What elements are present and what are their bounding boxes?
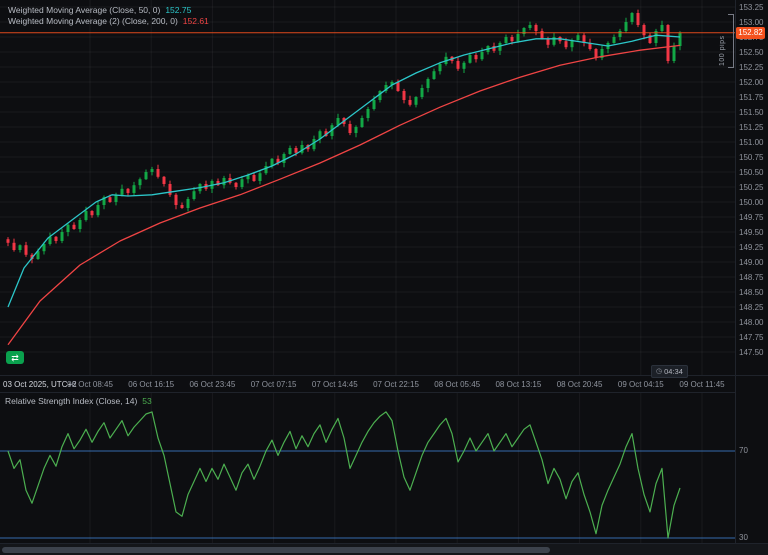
horizontal-scrollbar[interactable]	[0, 543, 768, 555]
price-range-measure: 100 pips	[711, 14, 734, 66]
time-tick: 09 Oct 11:45	[679, 380, 724, 389]
price-tick: 150.75	[739, 153, 763, 162]
trading-chart-app: Weighted Moving Average (Close, 50, 0) 1…	[0, 0, 768, 555]
time-tick: 06 Oct 08:45	[67, 380, 113, 389]
time-tick: 07 Oct 07:15	[251, 380, 297, 389]
price-tick: 153.00	[739, 18, 763, 27]
trade-arrows-icon: ⇄	[11, 352, 19, 364]
price-chart-pane[interactable]: Weighted Moving Average (Close, 50, 0) 1…	[0, 0, 735, 375]
legend-row-rsi[interactable]: Relative Strength Index (Close, 14) 53	[5, 395, 152, 406]
measure-label: 100 pips	[719, 14, 726, 66]
wma50-value: 152.75	[165, 5, 191, 15]
rsi-label: Relative Strength Index (Close, 14)	[5, 396, 137, 406]
time-tick: 06 Oct 23:45	[189, 380, 235, 389]
indicator-legend: Weighted Moving Average (Close, 50, 0) 1…	[8, 4, 209, 26]
time-tick: 07 Oct 22:15	[373, 380, 419, 389]
rsi-pane[interactable]: Relative Strength Index (Close, 14) 53	[0, 392, 735, 543]
price-tick: 150.00	[739, 198, 763, 207]
price-tick: 151.25	[739, 123, 763, 132]
price-tick: 149.75	[739, 213, 763, 222]
price-tick: 147.75	[739, 333, 763, 342]
time-tick: 08 Oct 13:15	[495, 380, 541, 389]
rsi-value: 53	[142, 396, 151, 406]
candlestick-chart	[0, 0, 735, 375]
wma200-label: Weighted Moving Average (2) (Close, 200,…	[8, 16, 178, 26]
price-tick: 149.00	[739, 258, 763, 267]
measure-bracket	[728, 14, 734, 68]
rsi-tick-70: 70	[739, 446, 748, 455]
price-tick: 148.25	[739, 303, 763, 312]
current-price-label: 152.82	[736, 27, 765, 39]
legend-row-wma50[interactable]: Weighted Moving Average (Close, 50, 0) 1…	[8, 4, 209, 15]
time-tick: 06 Oct 16:15	[128, 380, 174, 389]
price-tick: 151.00	[739, 138, 763, 147]
price-tick: 151.50	[739, 108, 763, 117]
price-tick: 152.50	[739, 48, 763, 57]
rsi-chart	[0, 393, 735, 543]
countdown-value: 04:34	[664, 367, 683, 376]
rsi-legend: Relative Strength Index (Close, 14) 53	[5, 395, 152, 406]
price-tick: 148.75	[739, 273, 763, 282]
rsi-tick-30: 30	[739, 533, 748, 542]
scrollbar-thumb[interactable]	[2, 547, 550, 553]
time-tick: 07 Oct 14:45	[312, 380, 358, 389]
price-tick: 152.25	[739, 63, 763, 72]
time-tick: 09 Oct 04:15	[618, 380, 664, 389]
clock-icon: ◷	[656, 368, 662, 375]
price-tick: 152.00	[739, 78, 763, 87]
bar-countdown: ◷ 04:34	[651, 365, 688, 378]
time-tick: 08 Oct 20:45	[557, 380, 603, 389]
wma50-label: Weighted Moving Average (Close, 50, 0)	[8, 5, 160, 15]
wma200-value: 152.61	[183, 16, 209, 26]
time-tick: 08 Oct 05:45	[434, 380, 480, 389]
price-axis[interactable]: 152.82 153.25153.00152.75152.50152.25152…	[736, 0, 768, 375]
price-tick: 150.50	[739, 168, 763, 177]
price-tick: 148.50	[739, 288, 763, 297]
price-tick: 150.25	[739, 183, 763, 192]
price-tick: 148.00	[739, 318, 763, 327]
price-tick: 151.75	[739, 93, 763, 102]
quick-trade-button[interactable]: ⇄	[6, 351, 24, 364]
price-tick: 149.25	[739, 243, 763, 252]
price-tick: 149.50	[739, 228, 763, 237]
legend-row-wma200[interactable]: Weighted Moving Average (2) (Close, 200,…	[8, 15, 209, 26]
price-tick: 147.50	[739, 348, 763, 357]
rsi-axis[interactable]: 70 30	[736, 392, 768, 542]
candlestick-series	[7, 10, 682, 264]
time-tick: 03 Oct 2025, UTC+2	[3, 380, 77, 389]
price-tick: 153.25	[739, 3, 763, 12]
